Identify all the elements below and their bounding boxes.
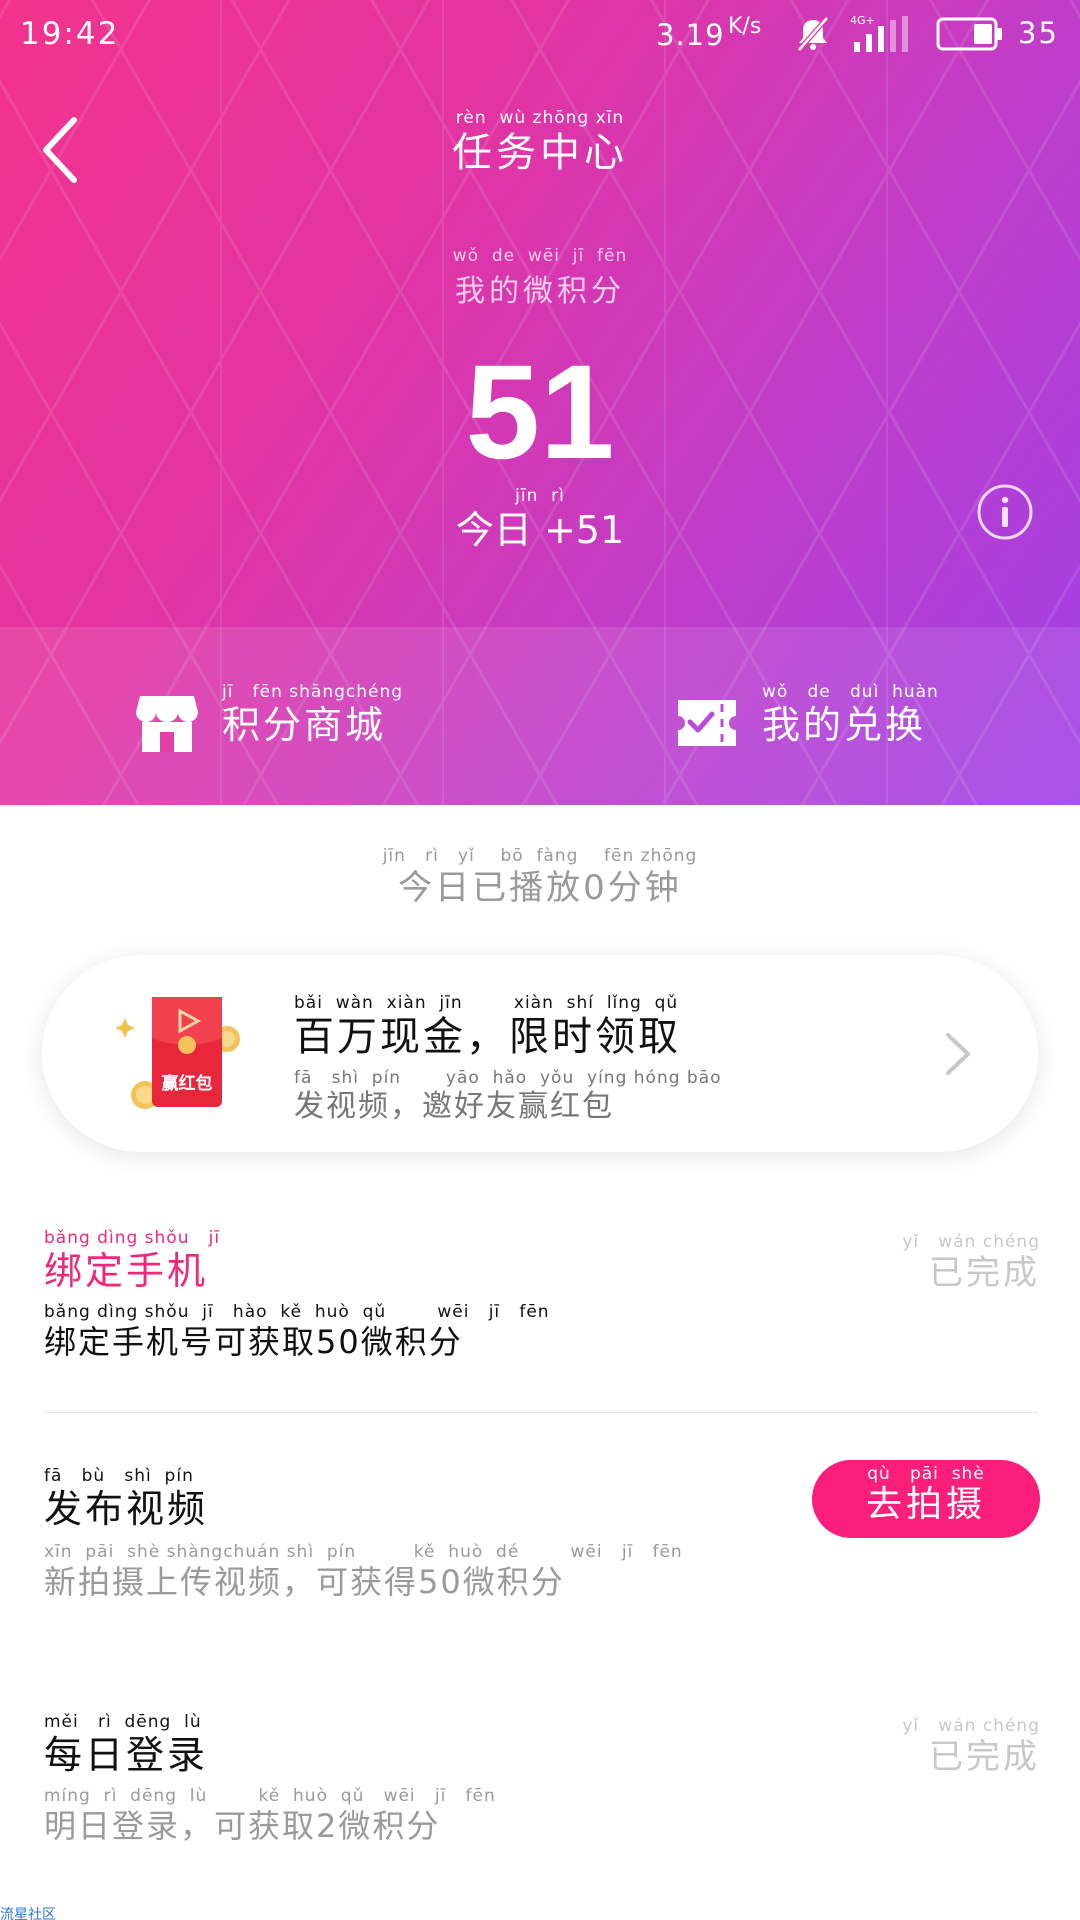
points-mall-button[interactable]: jī fēn shāngchéng 积分商城 (136, 682, 436, 772)
points-value: 51 (465, 338, 615, 487)
promo-card[interactable]: 赢红包 bǎi wàn xiàn jīn xiàn shí lǐng qǔ 百万… (42, 955, 1038, 1152)
watermark: 流星社区 (0, 1907, 56, 1920)
status-net-speed: 3.19 (656, 18, 725, 52)
battery-icon (936, 17, 1002, 51)
my-exchange-label: 我的兑换 (762, 703, 927, 747)
my-exchange-button[interactable]: wǒ de duì huàn 我的兑换 (676, 682, 976, 772)
task-name: bǎng dìng shǒu jī 绑定手机 (44, 1228, 220, 1294)
task-status-pinyin: yǐ wán chéng (902, 1716, 1040, 1736)
task-post-video: fā bù shì pín 发布视频 xīn pāi shè shàngchuá… (44, 1460, 1040, 1601)
my-exchange-text: wǒ de duì huàn 我的兑换 (762, 682, 939, 748)
task-name-text: 绑定手机 (44, 1249, 209, 1293)
task-name-pinyin: bǎng dìng shǒu jī (44, 1228, 221, 1248)
my-exchange-pinyin: wǒ de duì huàn (762, 682, 939, 702)
status-net-speed-unit: K/s (728, 14, 762, 39)
task-name: měi rì dēng lù 每日登录 (44, 1712, 208, 1778)
today-points: jīn rì 今日 +51 (440, 486, 640, 554)
red-envelope-badge: 赢红包 (162, 1073, 213, 1094)
points-mall-text: jī fēn shāngchéng 积分商城 (222, 682, 403, 748)
today-pinyin: jīn rì (515, 486, 565, 506)
back-arrow-icon[interactable] (36, 112, 92, 188)
divider (44, 1412, 1038, 1413)
status-bar: 19:42 3.19 K/s 4G+ 35 (0, 0, 1080, 72)
promo-subtitle: fā shì pín yāo hǎo yǒu yíng hóng bāo 发视频… (294, 1068, 722, 1126)
title-pinyin: rèn wù zhōng xīn (455, 108, 625, 128)
go-shoot-pinyin: qù pāi shè (867, 1464, 985, 1484)
task-bind-phone: bǎng dìng shǒu jī 绑定手机 bǎng dìng shǒu jī… (44, 1228, 1040, 1361)
task-desc: míng rì dēng lù kě huò qǔ wēi jī fēn 明日登… (44, 1786, 496, 1846)
task-name-text: 每日登录 (44, 1733, 209, 1777)
signal-type-label: 4G+ (850, 14, 875, 27)
info-icon[interactable] (976, 483, 1034, 541)
task-desc-pinyin: xīn pāi shè shàngchuán shì pín kě huò dé… (44, 1542, 683, 1562)
task-name-pinyin: měi rì dēng lù (44, 1712, 202, 1732)
signal-icon: 4G+ (850, 14, 908, 52)
task-desc-text: 绑定手机号可获取50微积分 (44, 1323, 463, 1361)
promo-subtitle-text: 发视频，邀好友赢红包 (294, 1089, 614, 1124)
red-envelope-icon: 赢红包 (115, 997, 240, 1109)
task-name-pinyin: fā bù shì pín (44, 1466, 194, 1486)
promo-title-text: 百万现金，限时领取 (294, 1014, 681, 1060)
promo-title-pinyin: bǎi wàn xiàn jīn xiàn shí lǐng qǔ (294, 993, 679, 1013)
mute-bell-icon (797, 16, 829, 52)
task-status: yǐ wán chéng 已完成 (902, 1232, 1040, 1294)
played-today-text: 今日已播放0分钟 (398, 868, 682, 908)
points-mall-label: 积分商城 (222, 703, 387, 747)
status-battery-level: 35 (1018, 16, 1059, 50)
task-desc-pinyin: bǎng dìng shǒu jī hào kě huò qǔ wēi jī f… (44, 1302, 550, 1322)
title-text: 任务中心 (452, 130, 628, 176)
store-icon (136, 696, 198, 752)
promo-title: bǎi wàn xiàn jīn xiàn shí lǐng qǔ 百万现金，限… (294, 993, 681, 1061)
today-points-text: 今日 +51 (455, 508, 625, 552)
status-time: 19:42 (20, 16, 120, 52)
promo-subtitle-pinyin: fā shì pín yāo hǎo yǒu yíng hóng bāo (294, 1068, 722, 1088)
task-desc-text: 明日登录，可获取2微积分 (44, 1807, 441, 1845)
task-status-text: 已完成 (929, 1737, 1040, 1777)
go-shoot-label: 去拍摄 (865, 1484, 986, 1525)
task-status: yǐ wán chéng 已完成 (902, 1716, 1040, 1778)
points-mall-pinyin: jī fēn shāngchéng (222, 682, 404, 702)
task-name-text: 发布视频 (44, 1487, 209, 1531)
ticket-icon (678, 700, 736, 746)
task-desc: xīn pāi shè shàngchuán shì pín kě huò dé… (44, 1542, 683, 1602)
points-label: wǒ de wēi jī fēn 我的微积分 (340, 246, 740, 310)
task-desc-pinyin: míng rì dēng lù kě huò qǔ wēi jī fēn (44, 1786, 496, 1806)
go-shoot-button[interactable]: qù pāi shè 去拍摄 (812, 1460, 1040, 1538)
task-name: fā bù shì pín 发布视频 (44, 1466, 208, 1532)
chevron-right-icon (946, 1033, 970, 1075)
page-title: rèn wù zhōng xīn 任务中心 (340, 108, 740, 178)
task-daily-login: měi rì dēng lù 每日登录 míng rì dēng lù kě h… (44, 1712, 1040, 1845)
task-status-pinyin: yǐ wán chéng (902, 1232, 1040, 1252)
points-label-pinyin: wǒ de wēi jī fēn (452, 246, 628, 266)
points-label-text: 我的微积分 (455, 274, 625, 309)
played-today-pinyin: jīn rì yǐ bō fàng fēn zhōng (382, 846, 698, 866)
task-desc: bǎng dìng shǒu jī hào kě huò qǔ wēi jī f… (44, 1302, 550, 1362)
task-status-text: 已完成 (929, 1253, 1040, 1293)
task-desc-text: 新拍摄上传视频，可获得50微积分 (44, 1563, 565, 1601)
played-today: jīn rì yǐ bō fàng fēn zhōng 今日已播放0分钟 (340, 846, 740, 910)
